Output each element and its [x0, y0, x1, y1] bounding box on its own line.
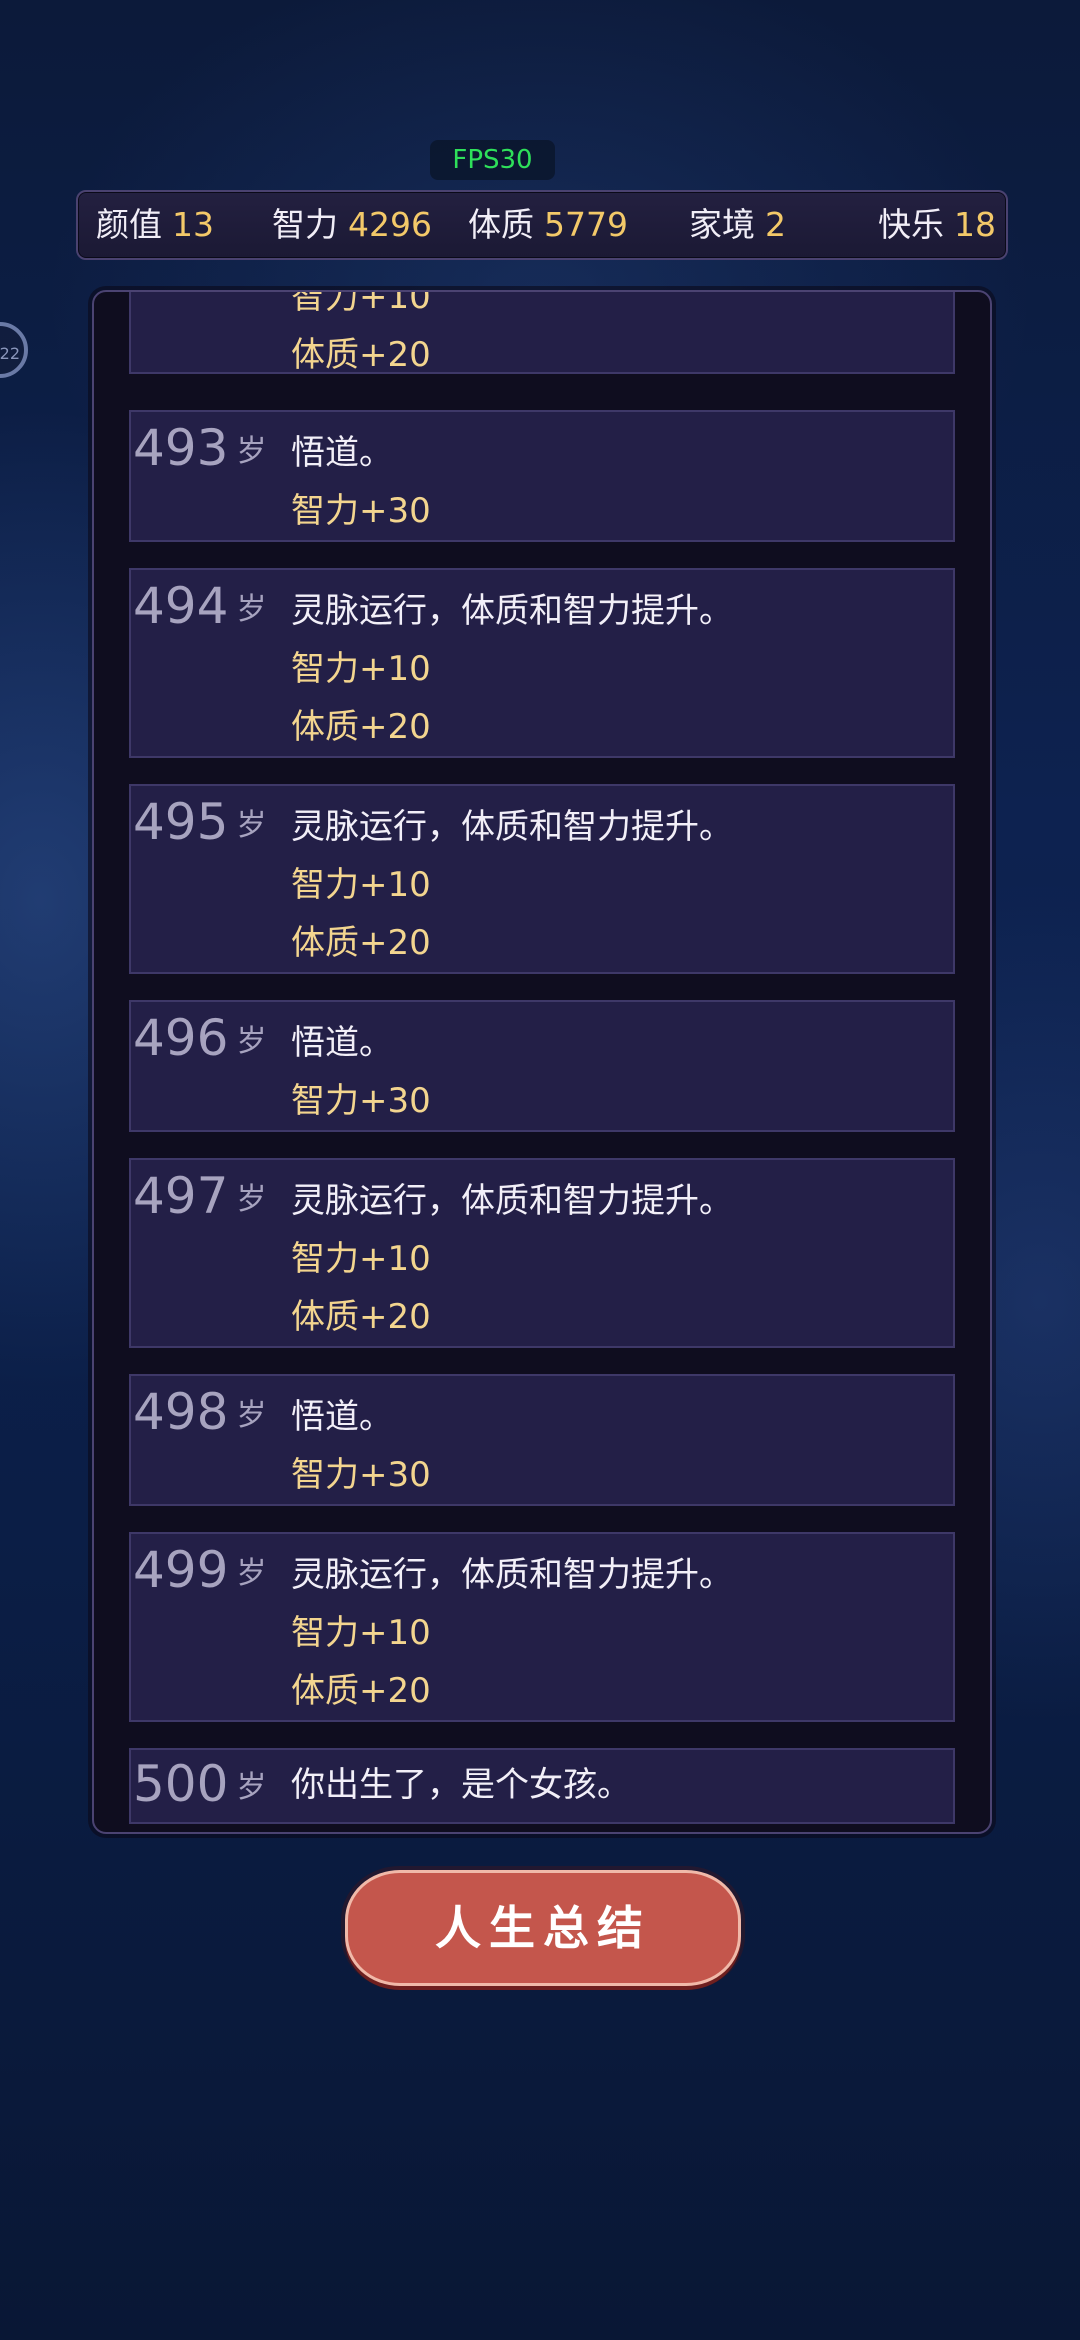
event-row: 500 岁 你出生了，是个女孩。	[129, 1748, 955, 1824]
event-effect: 体质+20	[291, 923, 431, 963]
stat-intelligence: 智力 4296	[272, 192, 432, 258]
stat-label: 体质	[468, 205, 534, 244]
event-row: 494 岁 灵脉运行，体质和智力提升。 智力+10 体质+20	[129, 568, 955, 758]
event-age: 498 岁	[133, 1383, 267, 1441]
event-text: 灵脉运行，体质和智力提升。	[291, 1181, 733, 1221]
event-effect: 体质+20	[291, 1297, 431, 1337]
stat-constitution: 体质 5779	[468, 192, 628, 258]
event-row: 493 岁 悟道。 智力+30	[129, 410, 955, 542]
side-floating-button[interactable]: 22	[0, 322, 28, 378]
event-age: 493 岁	[133, 419, 267, 477]
stat-value: 2	[765, 205, 786, 244]
event-text: 你出生了，是个女孩。	[291, 1765, 631, 1805]
stat-value: 5779	[544, 205, 628, 244]
event-text: 灵脉运行，体质和智力提升。	[291, 1555, 733, 1595]
event-text: 悟道。	[291, 1397, 393, 1437]
event-effect: 体质+20	[291, 1671, 431, 1711]
attribute-bar: 颜值 13 智力 4296 体质 5779 家境 2 快乐 18	[76, 190, 1008, 260]
life-summary-button[interactable]: 人生总结	[345, 1870, 741, 1986]
event-row: 496 岁 悟道。 智力+30	[129, 1000, 955, 1132]
event-row: 498 岁 悟道。 智力+30	[129, 1374, 955, 1506]
event-age: 494 岁	[133, 577, 267, 635]
event-age: 496 岁	[133, 1009, 267, 1067]
event-age: 497 岁	[133, 1167, 267, 1225]
event-row: 499 岁 灵脉运行，体质和智力提升。 智力+10 体质+20	[129, 1532, 955, 1722]
event-effect: 智力+30	[291, 1455, 431, 1495]
stat-label: 颜值	[96, 205, 162, 244]
event-effect: 体质+20	[291, 335, 431, 375]
event-text: 悟道。	[291, 1023, 393, 1063]
stat-label: 家境	[689, 205, 755, 244]
stat-value: 4296	[348, 205, 432, 244]
stat-family: 家境 2	[689, 192, 786, 258]
event-age: 500 岁	[133, 1755, 267, 1813]
event-effect: 体质+20	[291, 707, 431, 747]
event-row-partial: 智力+10 体质+20	[129, 290, 955, 375]
event-text: 灵脉运行，体质和智力提升。	[291, 591, 733, 631]
stat-appearance: 颜值 13	[96, 192, 214, 258]
event-effect: 智力+10	[291, 1239, 431, 1279]
stat-value: 18	[954, 205, 996, 244]
event-row: 495 岁 灵脉运行，体质和智力提升。 智力+10 体质+20	[129, 784, 955, 974]
event-effect: 智力+10	[291, 290, 431, 317]
event-text: 灵脉运行，体质和智力提升。	[291, 807, 733, 847]
event-text: 悟道。	[291, 433, 393, 473]
fps-counter: FPS30	[430, 140, 555, 180]
event-effect: 智力+30	[291, 1081, 431, 1121]
stat-label: 智力	[272, 205, 338, 244]
event-effect: 智力+30	[291, 491, 431, 531]
life-log-panel[interactable]: 智力+10 体质+20 493 岁 悟道。 智力+30 494 岁 灵脉运行，体质和…	[92, 290, 992, 1834]
stat-label: 快乐	[878, 205, 944, 244]
event-effect: 智力+10	[291, 649, 431, 689]
stat-happiness: 快乐 18	[878, 192, 996, 258]
event-effect: 智力+10	[291, 1613, 431, 1653]
stat-value: 13	[172, 205, 214, 244]
event-age: 495 岁	[133, 793, 267, 851]
event-age: 499 岁	[133, 1541, 267, 1599]
event-row: 497 岁 灵脉运行，体质和智力提升。 智力+10 体质+20	[129, 1158, 955, 1348]
event-effect: 智力+10	[291, 865, 431, 905]
